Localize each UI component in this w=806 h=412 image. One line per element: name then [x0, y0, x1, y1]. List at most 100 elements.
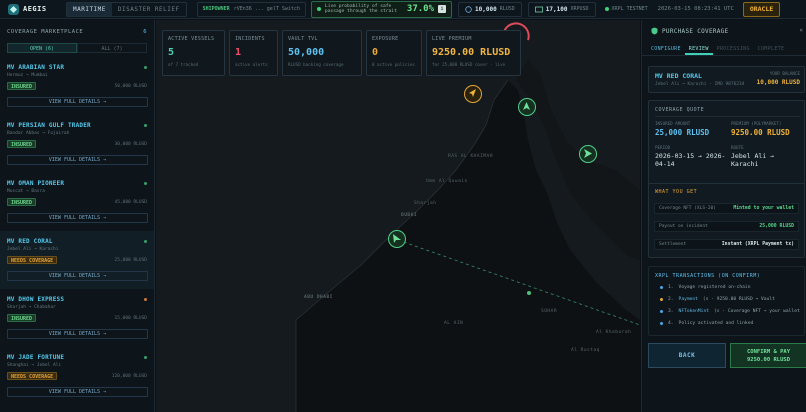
close-icon[interactable]: × — [799, 27, 803, 34]
coverage-amount: 120,000 RLUSD — [111, 374, 147, 379]
vessel-route: Bandar Abbas → Fujairah — [7, 131, 70, 136]
insured-label: INSURED AMOUNT — [655, 121, 691, 126]
stat-value: 5 — [168, 47, 175, 58]
rlusd-balance: 10,000 RLUSD — [458, 1, 522, 17]
transaction-item: 2. Payment (s · 9250.00 RLUSD → Vault — [660, 297, 775, 302]
status-badge: NEEDS COVERAGE — [7, 372, 58, 380]
stat-card: VAULT TVL 50,000 RLUSD backing coverage — [282, 30, 362, 76]
step-review[interactable]: REVIEW — [684, 43, 713, 55]
tab-open[interactable]: OPEN (6) — [7, 43, 77, 53]
stat-subtext: for 25,000 RLUSD cover · live — [432, 62, 506, 67]
tx-type: Payment — [678, 297, 698, 302]
stat-value: 0 — [372, 47, 379, 58]
view-details-button[interactable]: VIEW FULL DETAILS → — [7, 387, 148, 397]
vessel-name: MV DHOW EXPRESS — [7, 296, 65, 303]
vessel-card[interactable]: MV OMAN PIONEER Muscat → Basra INSURED 45,0… — [0, 173, 154, 231]
stat-card: EXPOSURE 0 0 active policies — [366, 30, 422, 76]
route-label: ROUTE — [731, 145, 744, 150]
purchase-steps: CONFIGURE REVIEW PROCESSING COMPLETE — [642, 43, 806, 56]
vessel-card[interactable]: MV ARABIAN STAR Hormuz → Mumbai INSURED 50,… — [0, 57, 154, 115]
stat-subtext: of 7 tracked — [168, 62, 199, 67]
vessel-name: MV ARABIAN STAR — [7, 64, 65, 71]
tx-text: Policy activated and linked — [678, 321, 754, 326]
vessel-detail: Jebel Ali → Karachi · IMO 9876234 — [655, 82, 745, 87]
map-label: RAS AL KHAIMAH — [448, 154, 493, 159]
back-button[interactable]: BACK — [648, 343, 726, 368]
insured-value: 25,000 RLUSD — [655, 128, 710, 137]
map-canvas — [156, 20, 640, 412]
role-switcher[interactable]: SHIPOWNER rVEn36 ... gelT Switch — [196, 1, 306, 17]
vessel-name: MV RED CORAL — [655, 72, 702, 80]
status-dot-icon — [144, 182, 147, 185]
xrpl-transactions: XRPL TRANSACTIONS (ON CONFIRM) 1. Voyage … — [648, 266, 805, 336]
selected-vessel-marker-icon[interactable] — [388, 230, 406, 248]
tx-bullet-icon — [660, 286, 663, 289]
mode-maritime[interactable]: MARITIME — [67, 2, 112, 16]
app-logo[interactable]: AEGIS — [8, 3, 58, 15]
network-status-icon — [604, 7, 609, 11]
vessel-card[interactable]: MV RED CORAL Jebel Ali → Karachi NEEDS COV… — [0, 231, 154, 289]
tx-text: (s · 9250.00 RLUSD → Vault — [702, 297, 775, 302]
passage-probability: Live probability of safe passage through… — [310, 0, 453, 18]
map-label: Al Rustaq — [571, 348, 600, 353]
view-details-button[interactable]: VIEW FULL DETAILS → — [7, 213, 148, 223]
vessel-route: Shanghai → Jebel Ali — [7, 363, 62, 368]
top-bar: AEGIS MARITIME DISASTER RELIEF SHIPOWNER… — [0, 0, 806, 19]
tx-text: (s · Coverage NFT → your wallet — [713, 309, 800, 314]
vessel-name: MV JADE FORTUNE — [7, 354, 65, 361]
vessel-marker-icon[interactable] — [579, 145, 597, 163]
get-title: WHAT YOU GET — [655, 189, 698, 195]
map-label: DUBAI — [401, 213, 418, 218]
stat-value: 9250.00 RLUSD — [432, 47, 511, 58]
benefit-label: Payout on incident — [659, 224, 708, 229]
stat-label: VAULT TVL — [288, 36, 318, 42]
panel-title: PURCHASE COVERAGE — [662, 27, 729, 35]
quote-title: COVERAGE QUOTE — [655, 107, 705, 113]
view-details-button[interactable]: VIEW FULL DETAILS → — [7, 271, 148, 281]
stat-subtext: active alerts — [235, 62, 268, 67]
confirm-pay-button[interactable]: CONFIRM & PAY 9250.00 RLUSD — [730, 343, 806, 368]
benefit-row: Coverage NFT (XLS-20) Minted to your wal… — [654, 203, 799, 214]
map-label: Umm Al Quwain — [426, 179, 468, 184]
view-details-button[interactable]: VIEW FULL DETAILS → — [7, 155, 148, 165]
coverage-amount: 15,000 RLUSD — [114, 316, 147, 321]
stat-value: 1 — [235, 47, 242, 58]
info-icon[interactable]: i — [438, 5, 447, 13]
tx-text: Voyage registered on-chain — [678, 285, 751, 290]
tab-all[interactable]: ALL (7) — [77, 43, 147, 53]
vessel-card[interactable]: MV DHOW EXPRESS Sharjah → Chabahar INSURED… — [0, 289, 154, 347]
role-detail: rVEn36 ... gelT Switch — [233, 6, 300, 12]
rlusd-balance-value: 10,000 — [475, 5, 497, 13]
map-view[interactable]: ACTIVE VESSELS 5 of 7 tracked INCIDENTS 1 act… — [156, 20, 640, 412]
vessel-marker-icon[interactable] — [464, 85, 482, 103]
step-configure[interactable]: CONFIGURE — [647, 43, 685, 55]
view-details-button[interactable]: VIEW FULL DETAILS → — [7, 97, 148, 107]
stat-label: EXPOSURE — [372, 36, 399, 42]
map-label: SOHAR — [541, 309, 558, 314]
oracle-button[interactable]: ORACLE — [742, 1, 781, 17]
view-details-button[interactable]: VIEW FULL DETAILS → — [7, 329, 148, 339]
app-name: AEGIS — [23, 5, 47, 13]
what-you-get: WHAT YOU GET Coverage NFT (XLS-20) Minte… — [648, 183, 805, 258]
status-badge: INSURED — [7, 82, 37, 90]
benefit-row: Payout on incident 25,000 RLUSD — [654, 221, 799, 232]
vessel-marker-icon[interactable] — [518, 98, 536, 116]
status-dot-icon — [144, 66, 147, 69]
stat-label: INCIDENTS — [235, 36, 265, 42]
coverage-amount: 30,000 RLUSD — [114, 142, 147, 147]
vessel-card[interactable]: MV JADE FORTUNE Shanghai → Jebel Ali NEEDS… — [0, 347, 154, 405]
stat-card: INCIDENTS 1 active alerts — [229, 30, 278, 76]
step-processing: PROCESSING — [716, 46, 750, 52]
wallet-icon — [534, 6, 543, 12]
mode-switcher: MARITIME DISASTER RELIEF — [66, 1, 187, 17]
shield-logo-icon — [8, 3, 19, 15]
rlusd-unit: RLUSD — [499, 6, 515, 12]
status-badge: INSURED — [7, 198, 37, 206]
premium-value: 9250.00 RLUSD — [731, 128, 790, 137]
stat-label: LIVE PREMIUM — [432, 36, 472, 42]
map-label: Al Khaburah — [596, 330, 632, 335]
vessel-card[interactable]: MV PERSIAN GULF TRADER Bandar Abbas → Fuj… — [0, 115, 154, 173]
status-dot-icon — [144, 298, 147, 301]
mode-disaster-relief[interactable]: DISASTER RELIEF — [112, 3, 186, 16]
tx-bullet-icon — [660, 322, 663, 325]
